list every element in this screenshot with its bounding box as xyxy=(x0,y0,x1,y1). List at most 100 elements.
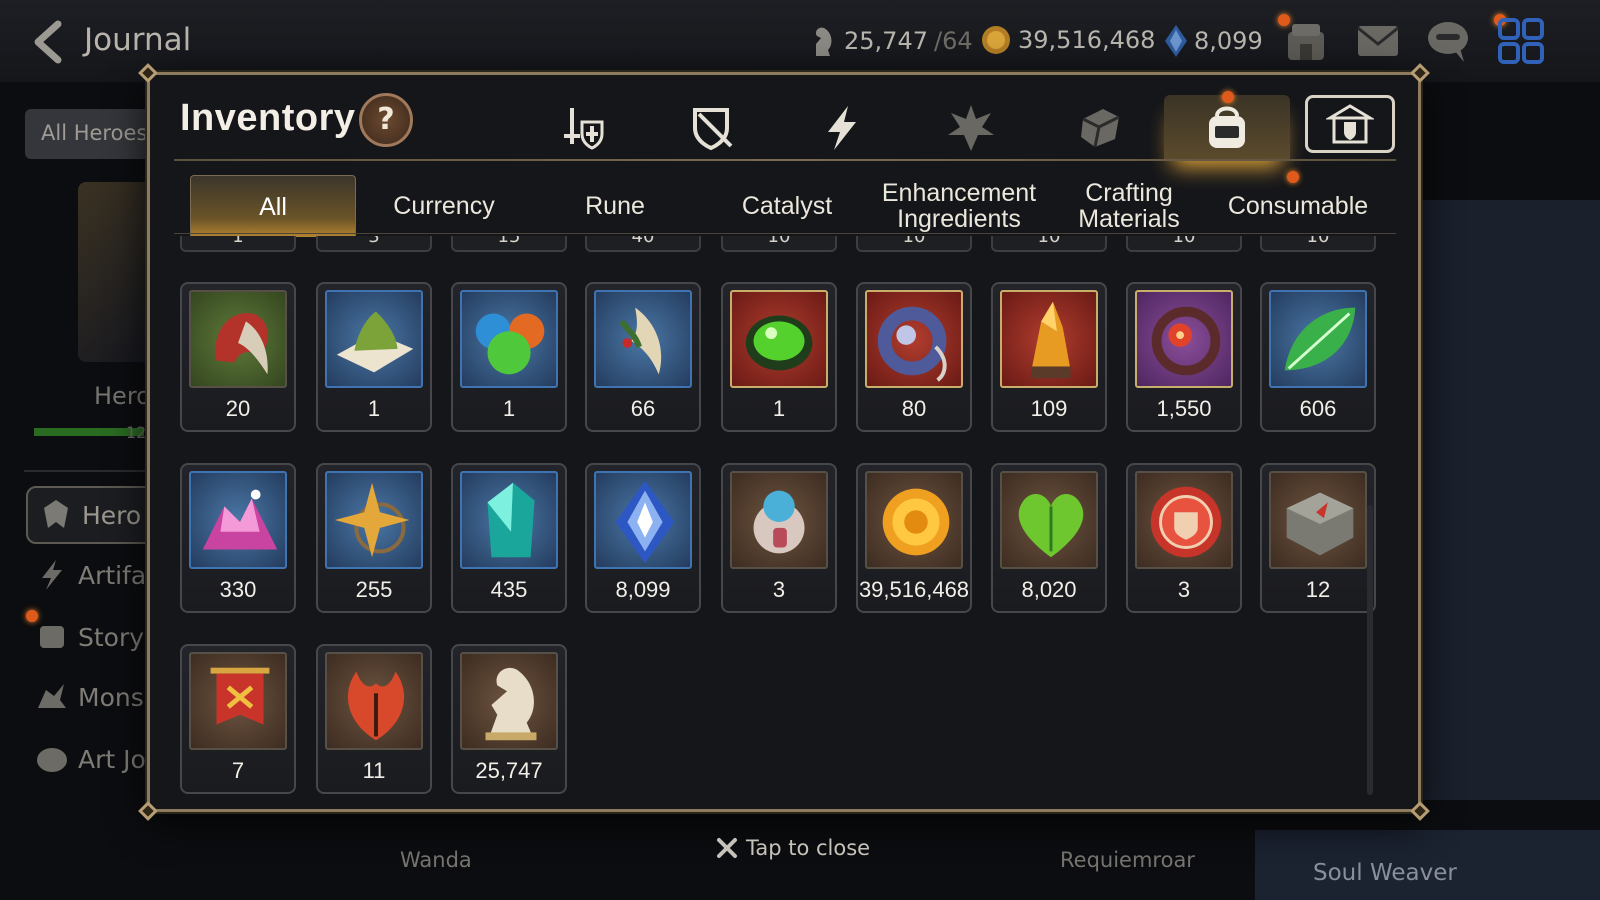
inventory-item-slot[interactable]: 11 xyxy=(316,644,432,794)
compass-stone-icon xyxy=(1286,492,1354,556)
inventory-item-slot[interactable]: 12 xyxy=(1260,463,1376,613)
inventory-item-slot[interactable]: 330 xyxy=(180,463,296,613)
dragon-icon xyxy=(38,684,66,708)
inventory-item-slot[interactable]: 1 xyxy=(316,282,432,432)
item-art xyxy=(325,652,423,750)
soul-weaver-filter[interactable]: Soul Weaver xyxy=(1255,830,1600,900)
partial-slot[interactable]: 10 xyxy=(1126,236,1242,252)
partial-slot[interactable]: 10 xyxy=(721,236,837,252)
item-quantity: 11 xyxy=(362,758,386,783)
item-quantity: 1,550 xyxy=(1156,396,1212,421)
inventory-item-slot[interactable]: 8,020 xyxy=(991,463,1107,613)
side-menu-hero-journal[interactable]: Hero J xyxy=(26,486,166,544)
chat-icon[interactable] xyxy=(1424,18,1472,64)
knight-piece-icon xyxy=(485,667,537,741)
inventory-item-slot[interactable]: 1 xyxy=(451,282,567,432)
item-quantity: 25,747 xyxy=(475,758,543,783)
skystone-icon xyxy=(1165,25,1187,57)
skystone-value: 8,099 xyxy=(1194,27,1263,55)
storage-building-icon xyxy=(1326,104,1374,144)
category-materials[interactable] xyxy=(1051,95,1149,161)
partial-slot[interactable]: 1 xyxy=(180,236,296,252)
claw-icon xyxy=(215,313,268,375)
scrollbar[interactable] xyxy=(1367,505,1373,795)
side-menu-story[interactable]: Story xyxy=(34,620,144,654)
gold-display[interactable]: 39,516,468 xyxy=(980,24,1155,56)
inventory-item-slot[interactable]: 39,516,468 xyxy=(856,463,972,613)
gold-value: 39,516,468 xyxy=(1018,26,1156,54)
item-art xyxy=(460,652,558,750)
skystone-display[interactable]: 8,099 xyxy=(1164,24,1263,58)
inventory-item-slot[interactable]: 606 xyxy=(1260,282,1376,432)
item-quantity: 20 xyxy=(225,396,251,421)
inventory-item-slot[interactable]: 255 xyxy=(316,463,432,613)
gold-coin-icon xyxy=(982,26,1010,54)
inventory-item-slot[interactable]: 25,747 xyxy=(451,644,567,794)
hero-name-wanda: Wanda xyxy=(400,848,472,872)
back-arrow-icon[interactable] xyxy=(28,20,72,64)
partial-slot[interactable]: 15 xyxy=(451,236,567,252)
tab-all[interactable]: All xyxy=(190,175,356,237)
category-artifact-gear[interactable] xyxy=(664,95,762,161)
side-menu-label: Hero J xyxy=(82,500,157,530)
stamina-value: 25,747 xyxy=(844,27,928,55)
partial-slot[interactable]: 3 xyxy=(316,236,432,252)
inventory-item-slot[interactable]: 7 xyxy=(180,644,296,794)
help-button[interactable]: ? xyxy=(359,93,413,147)
partial-slot-qty: 40 xyxy=(631,236,655,247)
partial-slot-qty: 1 xyxy=(232,236,244,247)
category-equipment[interactable] xyxy=(535,95,633,161)
item-quantity: 435 xyxy=(490,577,528,602)
inventory-item-slot[interactable]: 8,099 xyxy=(585,463,701,613)
powder-icon xyxy=(336,311,414,373)
category-storage[interactable] xyxy=(1305,95,1395,153)
mail-icon[interactable] xyxy=(1354,18,1402,64)
inventory-item-slot[interactable]: 1 xyxy=(721,282,837,432)
item-art xyxy=(189,471,287,569)
root-icon xyxy=(619,307,662,375)
side-menu-divider xyxy=(24,470,154,472)
inventory-item-slot[interactable]: 435 xyxy=(451,463,567,613)
hero-card-image[interactable] xyxy=(78,182,158,362)
inventory-item-slot[interactable]: 109 xyxy=(991,282,1107,432)
category-crest[interactable] xyxy=(922,95,1020,161)
shop-icon[interactable] xyxy=(1282,18,1330,64)
partial-slot[interactable]: 10 xyxy=(991,236,1107,252)
tab-catalyst[interactable]: Catalyst xyxy=(702,175,872,237)
inventory-item-slot[interactable]: 3 xyxy=(721,463,837,613)
category-artifacts[interactable] xyxy=(793,95,891,161)
side-menu-artifact[interactable]: Artifa xyxy=(34,558,146,592)
inventory-item-slot[interactable]: 66 xyxy=(585,282,701,432)
partial-slot-qty: 10 xyxy=(1306,236,1330,247)
lightning-icon xyxy=(42,560,62,590)
equipment-icon xyxy=(564,108,604,150)
tab-rune[interactable]: Rune xyxy=(530,175,700,237)
all-heroes-filter[interactable]: All Heroes xyxy=(25,109,155,159)
item-art xyxy=(460,290,558,388)
category-bag[interactable] xyxy=(1164,91,1290,161)
item-art xyxy=(865,290,963,388)
inventory-item-slot[interactable]: 20 xyxy=(180,282,296,432)
inventory-item-slot[interactable]: 1,550 xyxy=(1126,282,1242,432)
tap-to-close-button[interactable]: Tap to close xyxy=(716,836,870,860)
orbs-icon xyxy=(475,313,545,375)
pink-crystal-icon xyxy=(202,489,278,550)
tab-currency[interactable]: Currency xyxy=(360,175,528,237)
partial-slot[interactable]: 40 xyxy=(585,236,701,252)
tab-consumable[interactable]: Consumable xyxy=(1214,175,1382,237)
menu-grid-icon[interactable] xyxy=(1498,18,1546,64)
stamina-display[interactable]: 25,747/64 xyxy=(808,24,973,58)
hero-label: Hero xyxy=(94,382,151,410)
header-divider xyxy=(174,159,1396,161)
inventory-item-slot[interactable]: 3 xyxy=(1126,463,1242,613)
item-quantity: 255 xyxy=(355,577,393,602)
partial-slot[interactable]: 10 xyxy=(1260,236,1376,252)
scroll-icon xyxy=(40,626,64,648)
side-menu-monster[interactable]: Mons xyxy=(34,680,144,714)
tab-enhancement-ingredients[interactable]: Enhancement Ingredients xyxy=(874,175,1044,237)
side-menu-art-journal[interactable]: Art Jo xyxy=(34,742,146,776)
tab-crafting-materials[interactable]: Crafting Materials xyxy=(1046,175,1212,237)
inventory-item-slot[interactable]: 80 xyxy=(856,282,972,432)
material-cube-icon xyxy=(1081,109,1120,148)
partial-slot[interactable]: 10 xyxy=(856,236,972,252)
